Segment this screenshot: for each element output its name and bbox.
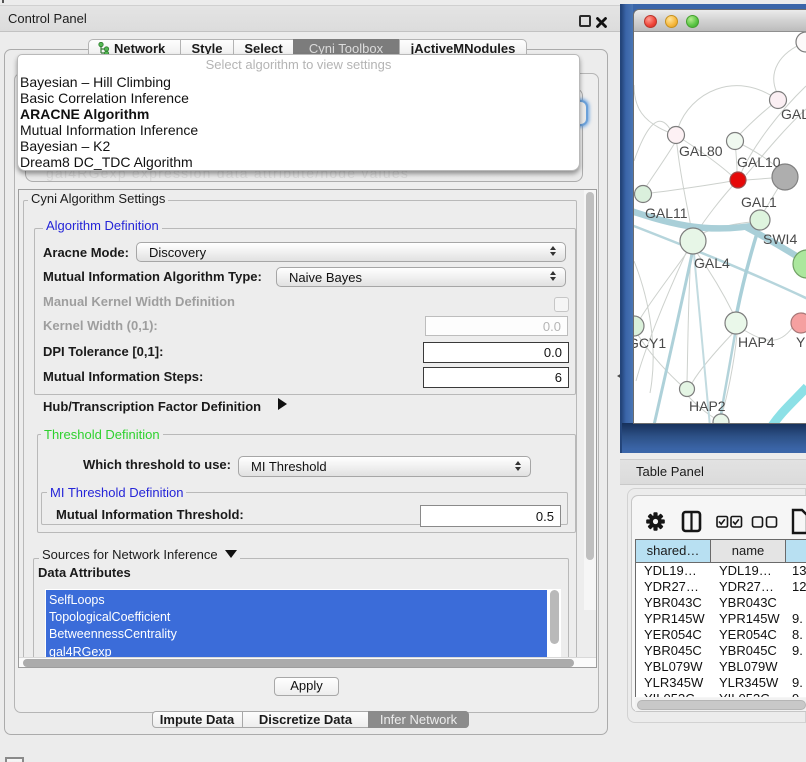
svg-text:SWI4: SWI4: [763, 231, 797, 247]
svg-text:HAP2: HAP2: [689, 398, 726, 414]
svg-text:GAL11: GAL11: [645, 205, 688, 221]
svg-text:GAL4: GAL4: [694, 255, 730, 271]
svg-text:GAL80: GAL80: [679, 143, 723, 159]
svg-text:GAL1: GAL1: [741, 194, 777, 210]
svg-text:GCY1: GCY1: [634, 335, 666, 351]
svg-text:HAP4: HAP4: [738, 334, 775, 350]
svg-text:GAL10: GAL10: [737, 154, 781, 170]
svg-text:GAL7: GAL7: [781, 106, 806, 122]
svg-text:Y: Y: [796, 334, 806, 350]
